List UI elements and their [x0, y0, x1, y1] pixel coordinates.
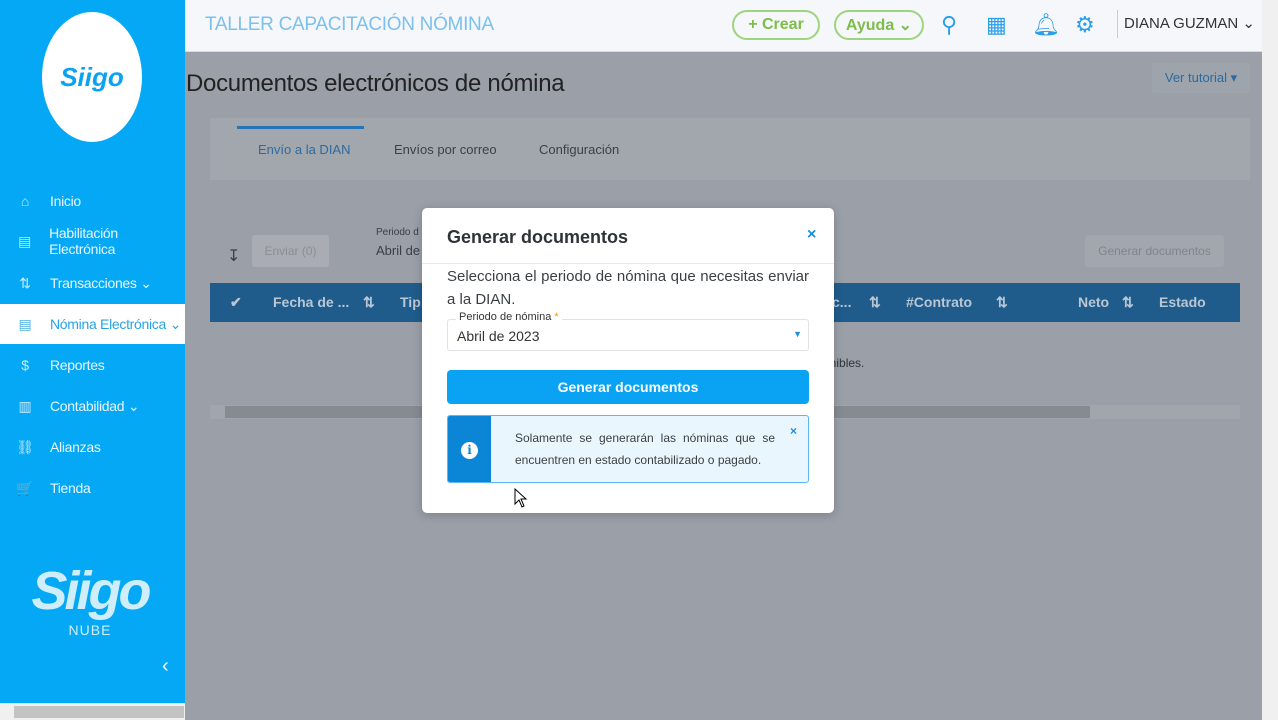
tab-envios-correo[interactable]: Envíos por correo [394, 142, 497, 157]
modal-title: Generar documentos [447, 227, 629, 247]
home-icon: ⌂ [20, 193, 30, 209]
caret-down-icon: ▼ [793, 329, 802, 339]
transactions-icon: ⇅ [19, 274, 31, 291]
payroll-icon: ▤ [18, 315, 32, 332]
gear-icon[interactable]: ⚙ [1075, 12, 1095, 38]
search-icon[interactable]: ⚲ [941, 12, 957, 38]
generar-documentos-modal: Generar documentos × Selecciona el perio… [422, 208, 834, 513]
divider [422, 263, 834, 264]
vertical-scrollbar[interactable] [1262, 0, 1278, 720]
field-value: Abril de 2023 [457, 328, 540, 344]
sidebar-item-inicio[interactable]: ⌂ Inicio [0, 181, 185, 221]
sidebar: Siigo ⌂ Inicio ▤ Habilitación Electrónica … [0, 0, 185, 720]
sidebar-item-label: Contabilidad ⌄ [50, 397, 140, 414]
column-neto[interactable]: Neto [1078, 294, 1109, 310]
sidebar-item-label: Tienda [50, 480, 91, 496]
alert-close-icon[interactable]: × [790, 424, 797, 438]
sidebar-item-alianzas[interactable]: ⛓ Alianzas [0, 427, 185, 467]
document-icon: ▤ [18, 232, 32, 249]
close-icon[interactable]: × [807, 226, 816, 244]
info-icon-panel: i [448, 416, 491, 482]
company-name: TALLER CAPACITACIÓN NÓMINA [205, 14, 494, 35]
column-estado[interactable]: Estado [1159, 294, 1206, 310]
link-icon: ⛓ [16, 438, 34, 455]
generar-documentos-submit[interactable]: Generar documentos [447, 370, 809, 404]
tab-envio-dian[interactable]: Envío a la DIAN [258, 142, 351, 157]
sort-icon[interactable]: ⇅ [869, 294, 881, 311]
column-tipo[interactable]: Tip [400, 294, 421, 310]
select-all-checkbox[interactable]: ✔ [230, 294, 242, 311]
sidebar-item-label: Reportes [50, 357, 105, 373]
sidebar-item-habilitacion[interactable]: ▤ Habilitación Electrónica [0, 221, 185, 261]
cart-icon: 🛒 [16, 479, 34, 496]
info-alert: i Solamente se generarán las nóminas que… [447, 415, 809, 483]
column-contrato[interactable]: #Contrato [906, 294, 972, 310]
required-mark: * [554, 311, 559, 323]
sort-icon[interactable]: ⇅ [1122, 294, 1134, 311]
periodo-select[interactable]: Abril de [376, 243, 420, 258]
field-label-text: Periodo de nómina [459, 311, 552, 323]
crear-button[interactable]: + Crear [732, 10, 820, 40]
sidebar-item-transacciones[interactable]: ⇅ Transacciones ⌄ [0, 263, 185, 303]
sidebar-item-tienda[interactable]: 🛒 Tienda [0, 468, 185, 508]
sidebar-item-reportes[interactable]: $ Reportes [0, 345, 185, 385]
mouse-cursor-icon [514, 488, 528, 508]
sidebar-item-contabilidad[interactable]: ▥ Contabilidad ⌄ [0, 386, 185, 426]
column-doc[interactable]: c... [832, 294, 851, 310]
horizontal-scrollbar[interactable] [0, 703, 185, 720]
sort-icon[interactable]: ↧ [227, 246, 240, 266]
brand-text: Siigo [31, 561, 152, 621]
sort-icon[interactable]: ⇅ [363, 294, 375, 311]
enviar-button[interactable]: Enviar (0) [252, 235, 329, 267]
periodo-nomina-select[interactable]: Periodo de nómina * Abril de 2023 ▼ [447, 311, 809, 351]
top-header: TALLER CAPACITACIÓN NÓMINA + Crear Ayuda… [185, 0, 1262, 52]
sidebar-item-label: Transacciones ⌄ [50, 274, 152, 291]
dollar-icon: $ [21, 357, 29, 373]
siigo-nube-logo: Siigo NUBE [30, 560, 152, 638]
sidebar-item-label: Inicio [50, 193, 81, 209]
ayuda-button[interactable]: Ayuda ⌄ [834, 10, 924, 40]
active-tab-indicator [237, 126, 364, 129]
modal-description: Selecciona el periodo de nómina que nece… [447, 268, 809, 308]
field-label: Periodo de nómina * [456, 311, 562, 323]
ver-tutorial-button[interactable]: Ver tutorial ▾ [1152, 63, 1250, 93]
sidebar-item-label: Alianzas [50, 439, 101, 455]
calendar-icon[interactable]: ▦ [986, 12, 1007, 38]
alert-text: Solamente se generarán las nóminas que s… [515, 431, 775, 467]
brand-sub: NUBE [68, 622, 112, 638]
sidebar-item-label: Nómina Electrónica ⌄ [50, 315, 182, 332]
siigo-logo[interactable]: Siigo [42, 12, 142, 142]
column-fecha[interactable]: Fecha de ... [273, 294, 349, 310]
ledger-icon: ▥ [18, 397, 32, 414]
sort-icon[interactable]: ⇅ [996, 294, 1008, 311]
collapse-sidebar-icon[interactable]: ‹ [162, 655, 169, 678]
info-icon: i [461, 441, 478, 459]
user-menu[interactable]: DIANA GUZMAN ⌄ [1117, 10, 1255, 38]
tabs: Envío a la DIAN Envíos por correo Config… [210, 118, 1250, 180]
bell-icon[interactable]: 🔔︎ [1032, 12, 1060, 38]
generar-documentos-button[interactable]: Generar documentos [1085, 235, 1224, 267]
sidebar-item-nomina[interactable]: ▤ Nómina Electrónica ⌄ [0, 304, 185, 344]
page-title: Documentos electrónicos de nómina [186, 70, 565, 97]
sidebar-item-label: Habilitación Electrónica [49, 225, 118, 257]
periodo-label: Periodo d [376, 227, 419, 238]
tab-configuracion[interactable]: Configuración [539, 142, 619, 157]
